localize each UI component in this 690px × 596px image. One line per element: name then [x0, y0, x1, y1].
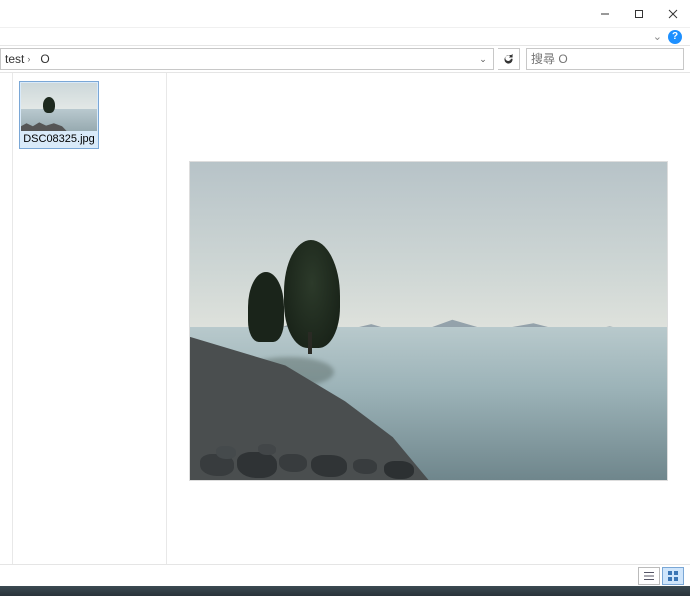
file-list-pane[interactable]: DSC08325.jpg [13, 73, 167, 564]
file-thumbnail [21, 83, 97, 131]
window-maximize-button[interactable] [622, 0, 656, 27]
breadcrumb-label: O [40, 52, 49, 66]
ribbon-collapse-icon[interactable]: ⌄ [653, 30, 662, 43]
desktop-background-edge [0, 586, 690, 596]
address-history-dropdown[interactable]: ⌄ [475, 49, 491, 69]
ribbon-help-row: ⌄ ? [0, 28, 690, 45]
breadcrumb-segment[interactable]: O [36, 52, 55, 66]
breadcrumb-segment[interactable]: test › [1, 52, 36, 66]
chevron-right-icon[interactable]: › [27, 54, 30, 64]
status-bar [0, 564, 690, 586]
search-input[interactable] [527, 52, 690, 66]
search-box[interactable] [526, 48, 684, 70]
navigation-pane[interactable] [0, 73, 13, 564]
window-minimize-button[interactable] [588, 0, 622, 27]
address-bar[interactable]: test › O ⌄ [0, 48, 494, 70]
title-bar [0, 0, 690, 28]
address-bar-row: test › O ⌄ [0, 45, 690, 73]
view-thumbnails-button[interactable] [662, 567, 684, 585]
file-name-label: DSC08325.jpg [23, 133, 95, 147]
help-icon[interactable]: ? [668, 30, 682, 44]
breadcrumb-label: test [5, 52, 24, 66]
content-area: DSC08325.jpg [0, 73, 690, 564]
refresh-button[interactable] [498, 48, 520, 70]
window-close-button[interactable] [656, 0, 690, 27]
preview-image [189, 161, 668, 481]
preview-pane [167, 73, 690, 564]
file-item[interactable]: DSC08325.jpg [19, 81, 99, 149]
view-details-button[interactable] [638, 567, 660, 585]
